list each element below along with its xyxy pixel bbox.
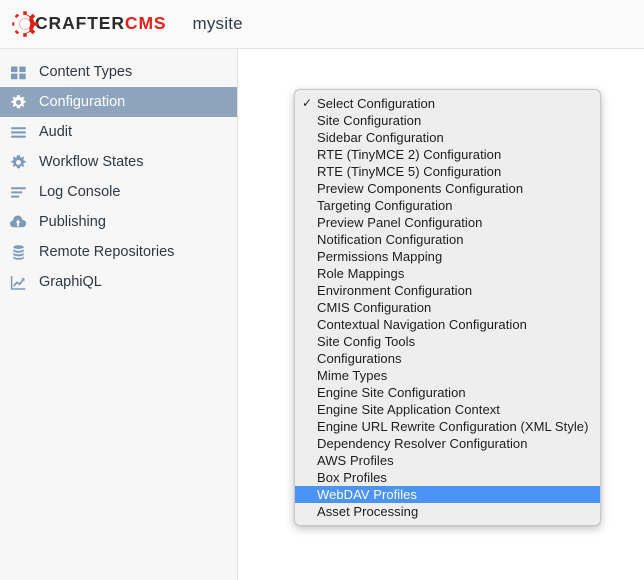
menu-item-label: Mime Types (317, 368, 388, 383)
menu-item[interactable]: Environment Configuration (295, 282, 600, 299)
menu-item[interactable]: CMIS Configuration (295, 299, 600, 316)
menu-item[interactable]: Sidebar Configuration (295, 129, 600, 146)
menu-item[interactable]: AWS Profiles (295, 452, 600, 469)
brand-logo[interactable]: CRAFTERCMS (12, 11, 167, 37)
menu-item[interactable]: Role Mappings (295, 265, 600, 282)
menu-item-label: Contextual Navigation Configuration (317, 317, 527, 332)
crafter-gear-icon (12, 11, 38, 37)
menu-item-label: Permissions Mapping (317, 249, 443, 264)
menu-item[interactable]: Mime Types (295, 367, 600, 384)
menu-item[interactable]: Targeting Configuration (295, 197, 600, 214)
sidebar-item-label: Remote Repositories (39, 244, 175, 260)
brand-wordmark: CRAFTERCMS (35, 15, 167, 33)
sidebar-item-label: Publishing (39, 214, 106, 230)
sidebar-item-workflow-states[interactable]: Workflow States (0, 147, 237, 177)
menu-item[interactable]: Site Config Tools (295, 333, 600, 350)
check-icon: ✓ (302, 96, 313, 110)
grid-icon (9, 63, 27, 81)
menu-item-label: RTE (TinyMCE 2) Configuration (317, 147, 502, 162)
menu-item-label: Configurations (317, 351, 402, 366)
gear-icon (9, 93, 27, 111)
menu-item-label: Asset Processing (317, 504, 419, 519)
site-name-label[interactable]: mysite (193, 14, 243, 34)
menu-item[interactable]: Dependency Resolver Configuration (295, 435, 600, 452)
sidebar-item-audit[interactable]: Audit (0, 117, 237, 147)
sidebar-item-content-types[interactable]: Content Types (0, 57, 237, 87)
menu-item[interactable]: Configurations (295, 350, 600, 367)
menu-item-label: RTE (TinyMCE 5) Configuration (317, 164, 502, 179)
chart-trend-icon (9, 273, 27, 291)
menu-item-label: Dependency Resolver Configuration (317, 436, 528, 451)
menu-item-label: CMIS Configuration (317, 300, 432, 315)
sidebar-item-label: Workflow States (39, 154, 144, 170)
menu-item-label: Preview Panel Configuration (317, 215, 483, 230)
gear-icon (9, 153, 27, 171)
menu-item-label: Notification Configuration (317, 232, 464, 247)
menu-item[interactable]: Site Configuration (295, 112, 600, 129)
sidebar-nav: Content Types Configuration Audit Workfl… (0, 49, 238, 580)
sidebar-item-label: GraphiQL (39, 274, 102, 290)
sidebar-item-graphiql[interactable]: GraphiQL (0, 267, 237, 297)
menu-item-label: Environment Configuration (317, 283, 473, 298)
menu-item-label: Targeting Configuration (317, 198, 453, 213)
menu-item-label: AWS Profiles (317, 453, 394, 468)
menu-item[interactable]: RTE (TinyMCE 5) Configuration (295, 163, 600, 180)
menu-item-label: Select Configuration (317, 96, 436, 111)
sidebar-item-remote-repositories[interactable]: Remote Repositories (0, 237, 237, 267)
brand-wordmark-primary: CRAFTER (35, 13, 125, 34)
menu-item-label: Box Profiles (317, 470, 387, 485)
brand-wordmark-secondary: CMS (124, 13, 167, 34)
menu-item[interactable]: Engine URL Rewrite Configuration (XML St… (295, 418, 600, 435)
app-header: CRAFTERCMS mysite (0, 0, 644, 49)
menu-item[interactable]: Preview Components Configuration (295, 180, 600, 197)
sidebar-item-publishing[interactable]: Publishing (0, 207, 237, 237)
menu-item-label: Engine Site Application Context (317, 402, 500, 417)
menu-item-label: Role Mappings (317, 266, 405, 281)
cloud-upload-icon (9, 213, 27, 231)
sidebar-item-label: Configuration (39, 94, 126, 110)
menu-item[interactable]: Preview Panel Configuration (295, 214, 600, 231)
log-lines-icon (9, 183, 27, 201)
database-icon (9, 243, 27, 261)
menu-item[interactable]: RTE (TinyMCE 2) Configuration (295, 146, 600, 163)
menu-item-label: WebDAV Profiles (317, 487, 417, 502)
sidebar-item-log-console[interactable]: Log Console (0, 177, 237, 207)
menu-item[interactable]: Contextual Navigation Configuration (295, 316, 600, 333)
menu-item-label: Engine Site Configuration (317, 385, 466, 400)
menu-item[interactable]: Engine Site Application Context (295, 401, 600, 418)
menu-item-label: Site Config Tools (317, 334, 416, 349)
menu-item-label: Engine URL Rewrite Configuration (XML St… (317, 419, 589, 434)
sidebar-item-label: Content Types (39, 64, 133, 80)
list-lines-icon (9, 123, 27, 141)
menu-item[interactable]: Permissions Mapping (295, 248, 600, 265)
sidebar-item-configuration[interactable]: Configuration (0, 87, 237, 117)
menu-item[interactable]: ✓ Select Configuration (295, 95, 600, 112)
menu-item-label: Sidebar Configuration (317, 130, 444, 145)
menu-item-label: Preview Components Configuration (317, 181, 524, 196)
menu-item-label: Site Configuration (317, 113, 422, 128)
sidebar-item-label: Log Console (39, 184, 121, 200)
menu-item[interactable]: Asset Processing (295, 503, 600, 520)
sidebar-item-label: Audit (39, 124, 73, 140)
configuration-select-menu[interactable]: ✓ Select Configuration Site Configuration S… (294, 89, 601, 526)
menu-item[interactable]: Box Profiles (295, 469, 600, 486)
menu-item[interactable]: WebDAV Profiles (295, 486, 600, 503)
menu-item[interactable]: Notification Configuration (295, 231, 600, 248)
menu-item[interactable]: Engine Site Configuration (295, 384, 600, 401)
